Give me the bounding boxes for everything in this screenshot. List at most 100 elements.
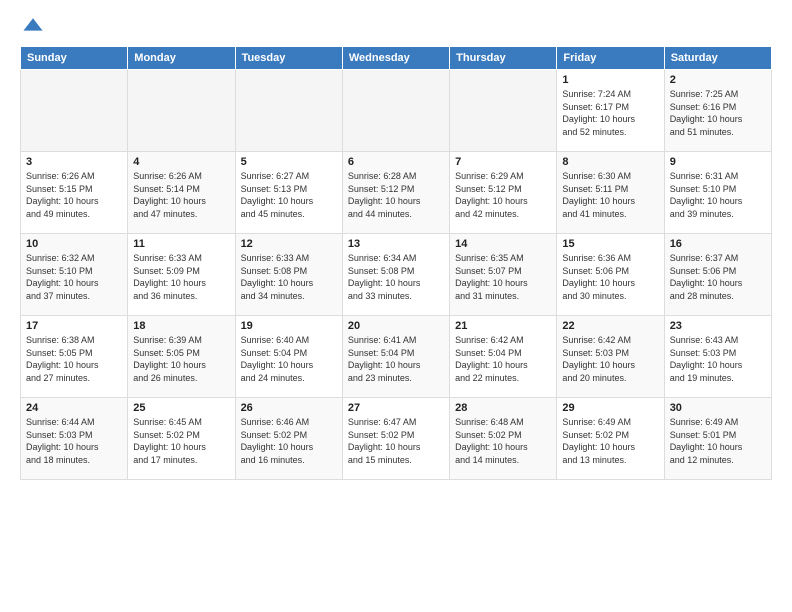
calendar-cell: 21Sunrise: 6:42 AM Sunset: 5:04 PM Dayli… — [450, 316, 557, 398]
day-info: Sunrise: 6:31 AM Sunset: 5:10 PM Dayligh… — [670, 170, 766, 220]
logo — [20, 16, 44, 38]
calendar-cell: 18 Sunrise: 6:39 AM Sunset: 5:05 PM Dayli… — [128, 316, 235, 398]
calendar-cell: 5 Sunrise: 6:27 AM Sunset: 5:13 PM Daylig… — [235, 152, 342, 234]
day-number: 14 — [455, 238, 551, 250]
calendar-cell: 20 Sunrise: 6:41 AM Sunset: 5:04 PM Dayli… — [342, 316, 449, 398]
calendar-cell: 15 Sunrise: 6:36 AM Sunset: 5:06 PM Dayli… — [557, 234, 664, 316]
day-info: Sunrise: 6:26 AM Sunset: 5:14 PM Dayligh… — [133, 170, 229, 220]
day-info: Sunrise: 6:27 AM Sunset: 5:13 PM Dayligh… — [241, 170, 337, 220]
page: SundayMondayTuesdayWednesdayThursdayFrid… — [0, 0, 792, 490]
calendar-cell: 29 Sunrise: 6:49 AM Sunset: 5:02 PM Dayli… — [557, 398, 664, 480]
day-info: Sunrise: 6:38 AM Sunset: 5:05 PM Dayligh… — [26, 334, 122, 384]
calendar-cell — [235, 70, 342, 152]
day-number: 2 — [670, 74, 766, 86]
day-info: Sunrise: 6:41 AM Sunset: 5:04 PM Dayligh… — [348, 334, 444, 384]
day-info: Sunrise: 6:39 AM Sunset: 5:05 PM Dayligh… — [133, 334, 229, 384]
day-number: 22 — [562, 320, 658, 332]
header — [20, 16, 772, 38]
day-info: Sunrise: 6:49 AM Sunset: 5:02 PM Dayligh… — [562, 416, 658, 466]
day-number: 15 — [562, 238, 658, 250]
day-info: Sunrise: 6:26 AM Sunset: 5:15 PM Dayligh… — [26, 170, 122, 220]
day-number: 4 — [133, 156, 229, 168]
calendar-cell: 22 Sunrise: 6:42 AM Sunset: 5:03 PM Dayli… — [557, 316, 664, 398]
calendar-cell — [450, 70, 557, 152]
day-number: 28 — [455, 402, 551, 414]
day-number: 13 — [348, 238, 444, 250]
weekday-header-monday: Monday — [128, 47, 235, 70]
day-info: Sunrise: 7:24 AM Sunset: 6:17 PM Dayligh… — [562, 88, 658, 138]
day-number: 5 — [241, 156, 337, 168]
calendar-cell: 1 Sunrise: 7:24 AM Sunset: 6:17 PM Daylig… — [557, 70, 664, 152]
calendar-cell — [342, 70, 449, 152]
calendar-cell: 11 Sunrise: 6:33 AM Sunset: 5:09 PM Dayli… — [128, 234, 235, 316]
day-info: Sunrise: 6:45 AM Sunset: 5:02 PM Dayligh… — [133, 416, 229, 466]
week-row-0: 1 Sunrise: 7:24 AM Sunset: 6:17 PM Daylig… — [21, 70, 772, 152]
day-number: 27 — [348, 402, 444, 414]
day-number: 1 — [562, 74, 658, 86]
calendar-cell: 25 Sunrise: 6:45 AM Sunset: 5:02 PM Dayli… — [128, 398, 235, 480]
day-number: 19 — [241, 320, 337, 332]
week-row-1: 3Sunrise: 6:26 AM Sunset: 5:15 PM Daylig… — [21, 152, 772, 234]
day-info: Sunrise: 6:49 AM Sunset: 5:01 PM Dayligh… — [670, 416, 766, 466]
week-row-4: 24Sunrise: 6:44 AM Sunset: 5:03 PM Dayli… — [21, 398, 772, 480]
weekday-header-friday: Friday — [557, 47, 664, 70]
calendar-cell: 12 Sunrise: 6:33 AM Sunset: 5:08 PM Dayli… — [235, 234, 342, 316]
weekday-header-sunday: Sunday — [21, 47, 128, 70]
calendar-cell — [21, 70, 128, 152]
calendar-table: SundayMondayTuesdayWednesdayThursdayFrid… — [20, 46, 772, 480]
calendar-cell: 17 Sunrise: 6:38 AM Sunset: 5:05 PM Dayli… — [21, 316, 128, 398]
day-info: Sunrise: 6:44 AM Sunset: 5:03 PM Dayligh… — [26, 416, 122, 466]
calendar-cell: 6 Sunrise: 6:28 AM Sunset: 5:12 PM Daylig… — [342, 152, 449, 234]
day-info: Sunrise: 6:28 AM Sunset: 5:12 PM Dayligh… — [348, 170, 444, 220]
weekday-header-tuesday: Tuesday — [235, 47, 342, 70]
day-info: Sunrise: 6:29 AM Sunset: 5:12 PM Dayligh… — [455, 170, 551, 220]
day-number: 25 — [133, 402, 229, 414]
day-number: 17 — [26, 320, 122, 332]
calendar-cell: 9 Sunrise: 6:31 AM Sunset: 5:10 PM Daylig… — [664, 152, 771, 234]
calendar-cell: 26Sunrise: 6:46 AM Sunset: 5:02 PM Dayli… — [235, 398, 342, 480]
day-number: 20 — [348, 320, 444, 332]
day-number: 16 — [670, 238, 766, 250]
day-info: Sunrise: 6:36 AM Sunset: 5:06 PM Dayligh… — [562, 252, 658, 302]
calendar-cell: 4 Sunrise: 6:26 AM Sunset: 5:14 PM Daylig… — [128, 152, 235, 234]
day-number: 7 — [455, 156, 551, 168]
day-info: Sunrise: 7:25 AM Sunset: 6:16 PM Dayligh… — [670, 88, 766, 138]
day-info: Sunrise: 6:30 AM Sunset: 5:11 PM Dayligh… — [562, 170, 658, 220]
day-number: 21 — [455, 320, 551, 332]
day-info: Sunrise: 6:48 AM Sunset: 5:02 PM Dayligh… — [455, 416, 551, 466]
calendar-cell: 28 Sunrise: 6:48 AM Sunset: 5:02 PM Dayli… — [450, 398, 557, 480]
calendar-cell: 2 Sunrise: 7:25 AM Sunset: 6:16 PM Daylig… — [664, 70, 771, 152]
day-info: Sunrise: 6:32 AM Sunset: 5:10 PM Dayligh… — [26, 252, 122, 302]
day-info: Sunrise: 6:35 AM Sunset: 5:07 PM Dayligh… — [455, 252, 551, 302]
day-info: Sunrise: 6:46 AM Sunset: 5:02 PM Dayligh… — [241, 416, 337, 466]
calendar-cell: 27 Sunrise: 6:47 AM Sunset: 5:02 PM Dayli… — [342, 398, 449, 480]
weekday-header-saturday: Saturday — [664, 47, 771, 70]
calendar-cell: 23Sunrise: 6:43 AM Sunset: 5:03 PM Dayli… — [664, 316, 771, 398]
day-number: 12 — [241, 238, 337, 250]
day-info: Sunrise: 6:34 AM Sunset: 5:08 PM Dayligh… — [348, 252, 444, 302]
calendar-cell: 24Sunrise: 6:44 AM Sunset: 5:03 PM Dayli… — [21, 398, 128, 480]
day-number: 30 — [670, 402, 766, 414]
week-row-2: 10 Sunrise: 6:32 AM Sunset: 5:10 PM Dayli… — [21, 234, 772, 316]
day-info: Sunrise: 6:42 AM Sunset: 5:03 PM Dayligh… — [562, 334, 658, 384]
day-number: 8 — [562, 156, 658, 168]
day-number: 9 — [670, 156, 766, 168]
day-number: 11 — [133, 238, 229, 250]
day-info: Sunrise: 6:47 AM Sunset: 5:02 PM Dayligh… — [348, 416, 444, 466]
day-number: 18 — [133, 320, 229, 332]
weekday-header-row: SundayMondayTuesdayWednesdayThursdayFrid… — [21, 47, 772, 70]
calendar-cell: 16Sunrise: 6:37 AM Sunset: 5:06 PM Dayli… — [664, 234, 771, 316]
calendar-cell: 7 Sunrise: 6:29 AM Sunset: 5:12 PM Daylig… — [450, 152, 557, 234]
day-number: 6 — [348, 156, 444, 168]
day-info: Sunrise: 6:33 AM Sunset: 5:08 PM Dayligh… — [241, 252, 337, 302]
day-number: 10 — [26, 238, 122, 250]
calendar-cell: 10 Sunrise: 6:32 AM Sunset: 5:10 PM Dayli… — [21, 234, 128, 316]
day-number: 29 — [562, 402, 658, 414]
calendar-cell: 3Sunrise: 6:26 AM Sunset: 5:15 PM Daylig… — [21, 152, 128, 234]
weekday-header-thursday: Thursday — [450, 47, 557, 70]
weekday-header-wednesday: Wednesday — [342, 47, 449, 70]
calendar-cell — [128, 70, 235, 152]
day-info: Sunrise: 6:40 AM Sunset: 5:04 PM Dayligh… — [241, 334, 337, 384]
calendar-cell: 30 Sunrise: 6:49 AM Sunset: 5:01 PM Dayli… — [664, 398, 771, 480]
day-info: Sunrise: 6:33 AM Sunset: 5:09 PM Dayligh… — [133, 252, 229, 302]
